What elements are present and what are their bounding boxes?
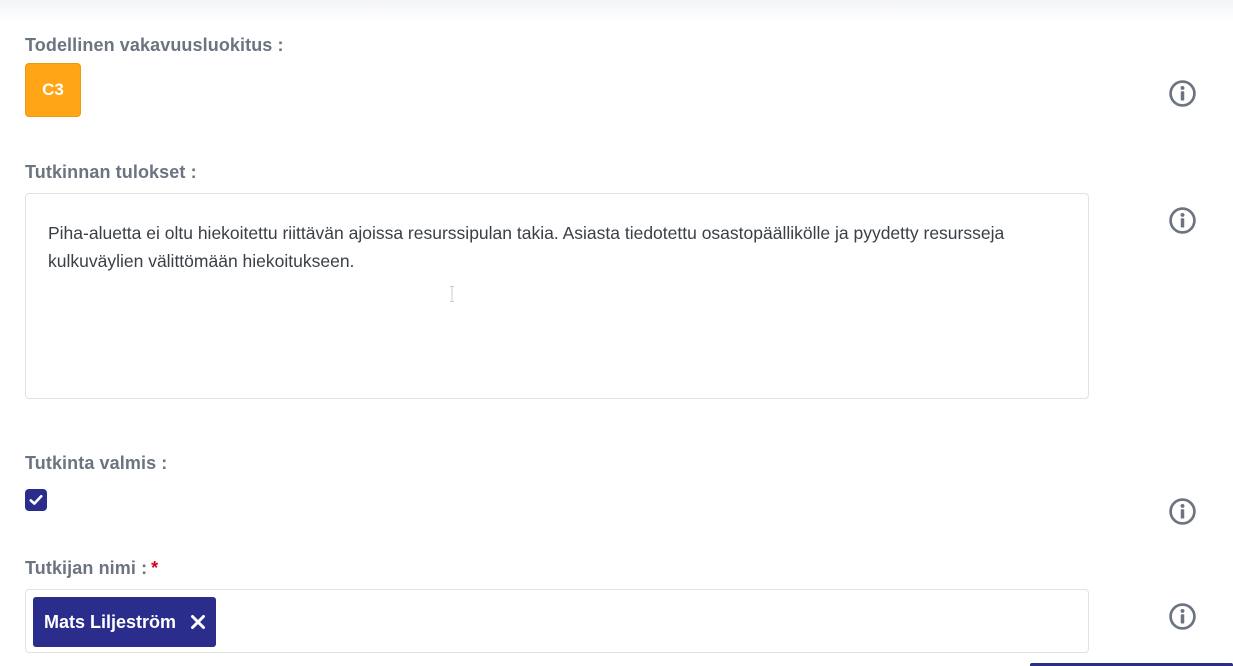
complete-checkbox[interactable] — [25, 489, 47, 511]
investigator-label-text: Tutkijan nimi : — [25, 558, 148, 578]
results-text: Piha-aluetta ei oltu hiekoitettu riittäv… — [48, 223, 1005, 271]
text-cursor — [450, 286, 454, 302]
info-icon[interactable] — [1168, 206, 1197, 235]
info-icon[interactable] — [1168, 602, 1197, 631]
severity-label: Todellinen vakavuusluokitus : — [25, 35, 284, 55]
results-label: Tutkinnan tulokset : — [25, 162, 197, 182]
investigator-label: Tutkijan nimi : * — [25, 558, 158, 579]
investigator-select[interactable]: Mats Liljeström — [25, 589, 1089, 653]
required-marker: * — [151, 558, 159, 578]
complete-label: Tutkinta valmis : — [25, 453, 168, 473]
close-icon[interactable] — [190, 614, 206, 630]
info-icon[interactable] — [1168, 79, 1197, 108]
info-icon[interactable] — [1168, 497, 1197, 526]
chip-label: Mats Liljeström — [44, 611, 177, 632]
severity-badge: C3 — [25, 63, 81, 117]
severity-value: C3 — [42, 80, 64, 99]
selected-investigator-chip: Mats Liljeström — [33, 597, 217, 647]
top-shadow — [0, 0, 1233, 22]
check-icon — [29, 494, 43, 505]
results-textarea[interactable]: Piha-aluetta ei oltu hiekoitettu riittäv… — [25, 193, 1089, 399]
